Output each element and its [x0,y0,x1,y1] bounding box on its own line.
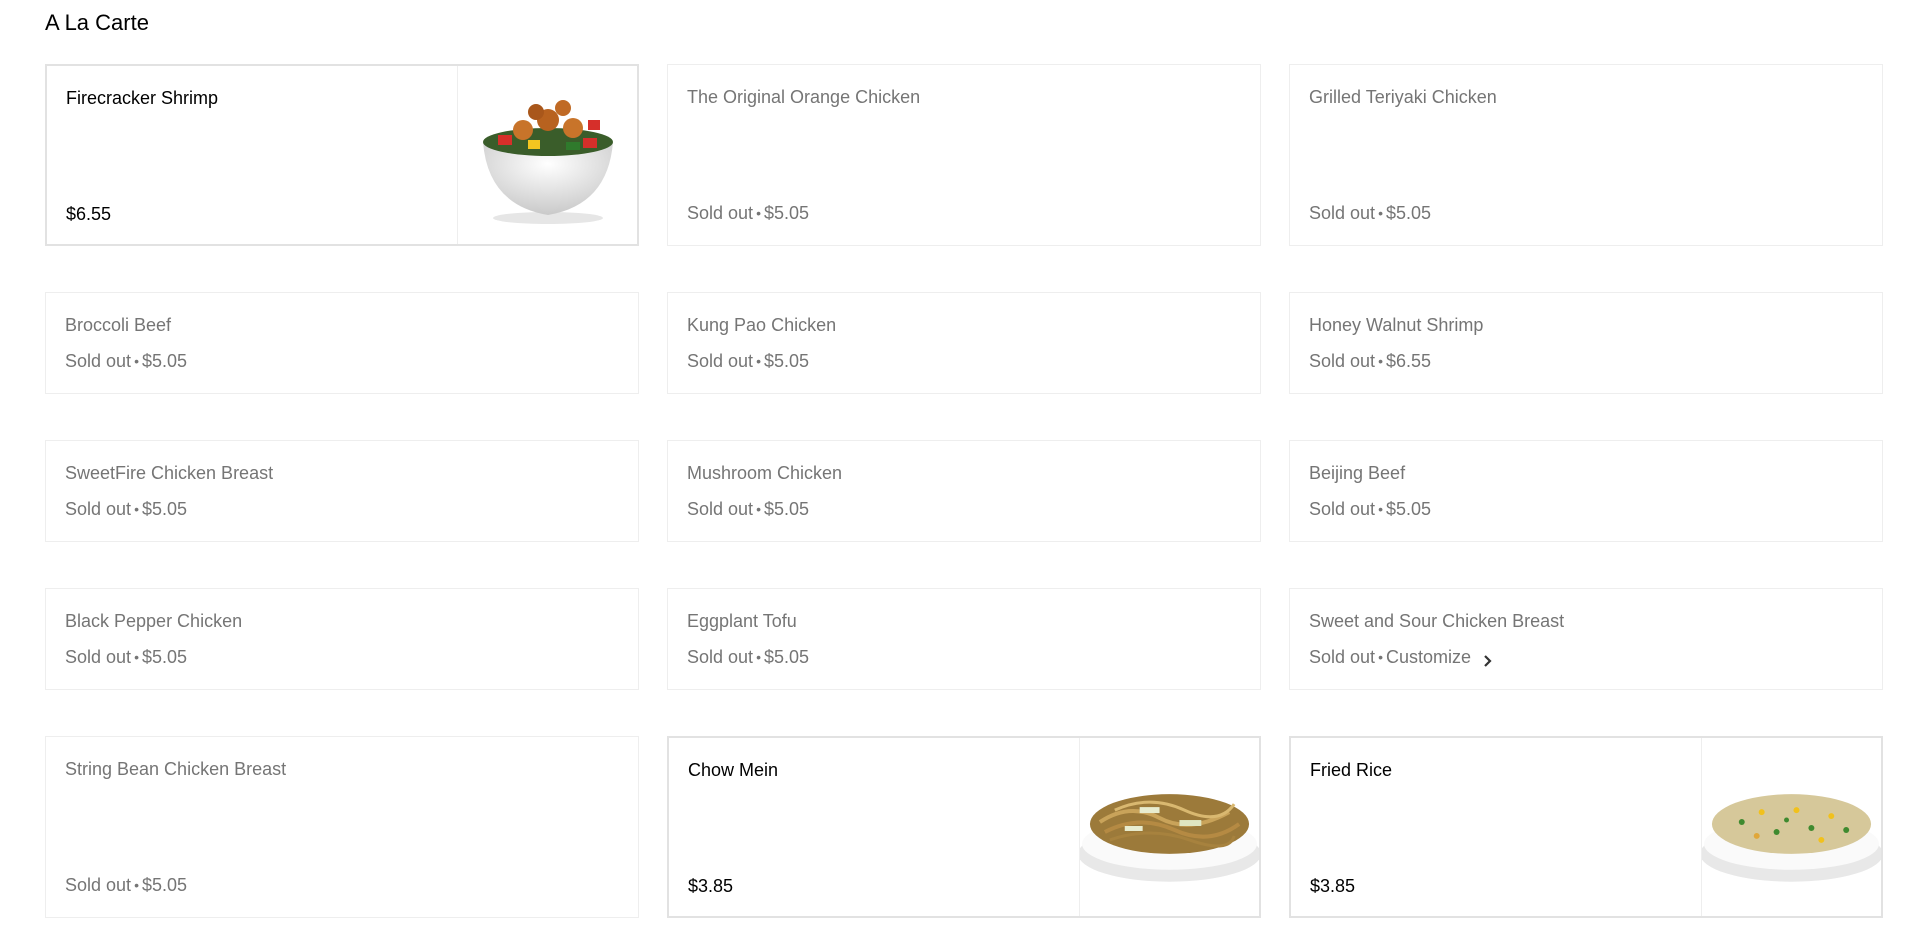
item-status-line: Sold out • $5.05 [65,497,187,521]
separator-dot: • [756,205,761,221]
item-status-line: Sold out • $5.05 [65,873,187,897]
separator-dot: • [756,501,761,517]
separator-dot: • [134,877,139,893]
item-price: $5.05 [141,351,188,371]
item-status-line: Sold out • $5.05 [65,349,187,373]
sold-out-label: Sold out [65,499,132,519]
item-price: $5.05 [763,351,810,371]
menu-item-beijing-beef[interactable]: Beijing Beef Sold out • $5.05 [1289,440,1883,542]
menu-item-string-bean-chicken-breast[interactable]: String Bean Chicken Breast Sold out • $5… [45,736,639,918]
item-price: $5.05 [141,647,188,667]
item-price-line: $3.85 [688,874,733,898]
separator-dot: • [1378,205,1383,221]
item-price: $5.05 [141,875,188,895]
separator-dot: • [756,649,761,665]
section-title: A La Carte [45,10,149,35]
menu-item-original-orange-chicken[interactable]: The Original Orange Chicken Sold out • $… [667,64,1261,246]
item-name: Honey Walnut Shrimp [1309,315,1484,335]
menu-row: Broccoli Beef Sold out • $5.05 Kung Pao … [45,292,1885,394]
item-status-line: Sold out • $5.05 [687,645,809,669]
menu-row: String Bean Chicken Breast Sold out • $5… [45,736,1885,918]
item-price: $5.05 [763,203,810,223]
item-name: Broccoli Beef [65,315,172,335]
sold-out-label: Sold out [1309,499,1376,519]
menu-row: Black Pepper Chicken Sold out • $5.05 Eg… [45,588,1885,690]
sold-out-label: Sold out [65,875,132,895]
item-name: Chow Mein [688,760,779,780]
separator-dot: • [1378,501,1383,517]
sold-out-label: Sold out [65,351,132,371]
item-image-noodle-plate [1079,738,1259,916]
item-price: $5.05 [763,647,810,667]
item-status-line: Sold out • $5.05 [687,349,809,373]
menu-item-eggplant-tofu[interactable]: Eggplant Tofu Sold out • $5.05 [667,588,1261,690]
item-price: $6.55 [1385,351,1432,371]
item-price: $5.05 [141,499,188,519]
item-price: $5.05 [1385,499,1432,519]
item-name: Sweet and Sour Chicken Breast [1309,611,1565,631]
item-status-line: Sold out • $5.05 [65,645,187,669]
customize-link[interactable]: Customize [1386,645,1471,669]
menu-item-mushroom-chicken[interactable]: Mushroom Chicken Sold out • $5.05 [667,440,1261,542]
item-name: Mushroom Chicken [687,463,843,483]
item-status-line: Sold out • $5.05 [687,497,809,521]
item-price-line: $6.55 [66,202,111,226]
sold-out-label: Sold out [65,647,132,667]
sold-out-label: Sold out [687,647,754,667]
item-name: Kung Pao Chicken [687,315,837,335]
item-name: Fried Rice [1310,760,1393,780]
menu-item-sweetfire-chicken-breast[interactable]: SweetFire Chicken Breast Sold out • $5.0… [45,440,639,542]
item-price: $5.05 [1385,203,1432,223]
separator-dot: • [134,649,139,665]
item-price: $5.05 [763,499,810,519]
menu-item-kung-pao-chicken[interactable]: Kung Pao Chicken Sold out • $5.05 [667,292,1261,394]
menu-item-grilled-teriyaki-chicken[interactable]: Grilled Teriyaki Chicken Sold out • $5.0… [1289,64,1883,246]
item-status-line: Sold out • $6.55 [1309,349,1431,373]
item-status-line: Sold out • Customize [1309,645,1495,669]
sold-out-label: Sold out [687,351,754,371]
item-price: $6.55 [66,204,112,224]
menu-item-broccoli-beef[interactable]: Broccoli Beef Sold out • $5.05 [45,292,639,394]
sold-out-label: Sold out [687,203,754,223]
separator-dot: • [134,501,139,517]
item-price-line: $3.85 [1310,874,1355,898]
sold-out-label: Sold out [1309,351,1376,371]
sold-out-label: Sold out [687,499,754,519]
menu-item-honey-walnut-shrimp[interactable]: Honey Walnut Shrimp Sold out • $6.55 [1289,292,1883,394]
item-status-line: Sold out • $5.05 [1309,497,1431,521]
separator-dot: • [756,353,761,369]
sold-out-label: Sold out [1309,203,1376,223]
item-image-shrimp-bowl [457,66,637,244]
item-name: Firecracker Shrimp [66,88,219,108]
item-status-line: Sold out • $5.05 [687,201,809,225]
sold-out-label: Sold out [1309,647,1376,667]
item-name: Eggplant Tofu [687,611,797,631]
menu-row: SweetFire Chicken Breast Sold out • $5.0… [45,440,1885,542]
item-status-line: Sold out • $5.05 [1309,201,1431,225]
menu-item-firecracker-shrimp[interactable]: Firecracker Shrimp $6.55 [45,64,639,246]
separator-dot: • [134,353,139,369]
item-price: $3.85 [688,876,734,896]
menu-item-chow-mein[interactable]: Chow Mein $3.85 [667,736,1261,918]
menu-item-fried-rice[interactable]: Fried Rice $3.85 [1289,736,1883,918]
separator-dot: • [1378,649,1383,665]
item-name: Black Pepper Chicken [65,611,243,631]
item-name: String Bean Chicken Breast [65,759,287,779]
separator-dot: • [1378,353,1383,369]
menu-row: Firecracker Shrimp $6.55 The Original Or… [45,64,1885,246]
item-name: The Original Orange Chicken [687,87,921,107]
chevron-right-icon [1481,650,1495,667]
item-image-rice-plate [1701,738,1881,916]
item-name: Grilled Teriyaki Chicken [1309,87,1497,107]
item-name: Beijing Beef [1309,463,1406,483]
menu-item-sweet-and-sour-chicken-breast[interactable]: Sweet and Sour Chicken Breast Sold out •… [1289,588,1883,690]
item-name: SweetFire Chicken Breast [65,463,274,483]
menu-item-black-pepper-chicken[interactable]: Black Pepper Chicken Sold out • $5.05 [45,588,639,690]
item-price: $3.85 [1310,876,1356,896]
